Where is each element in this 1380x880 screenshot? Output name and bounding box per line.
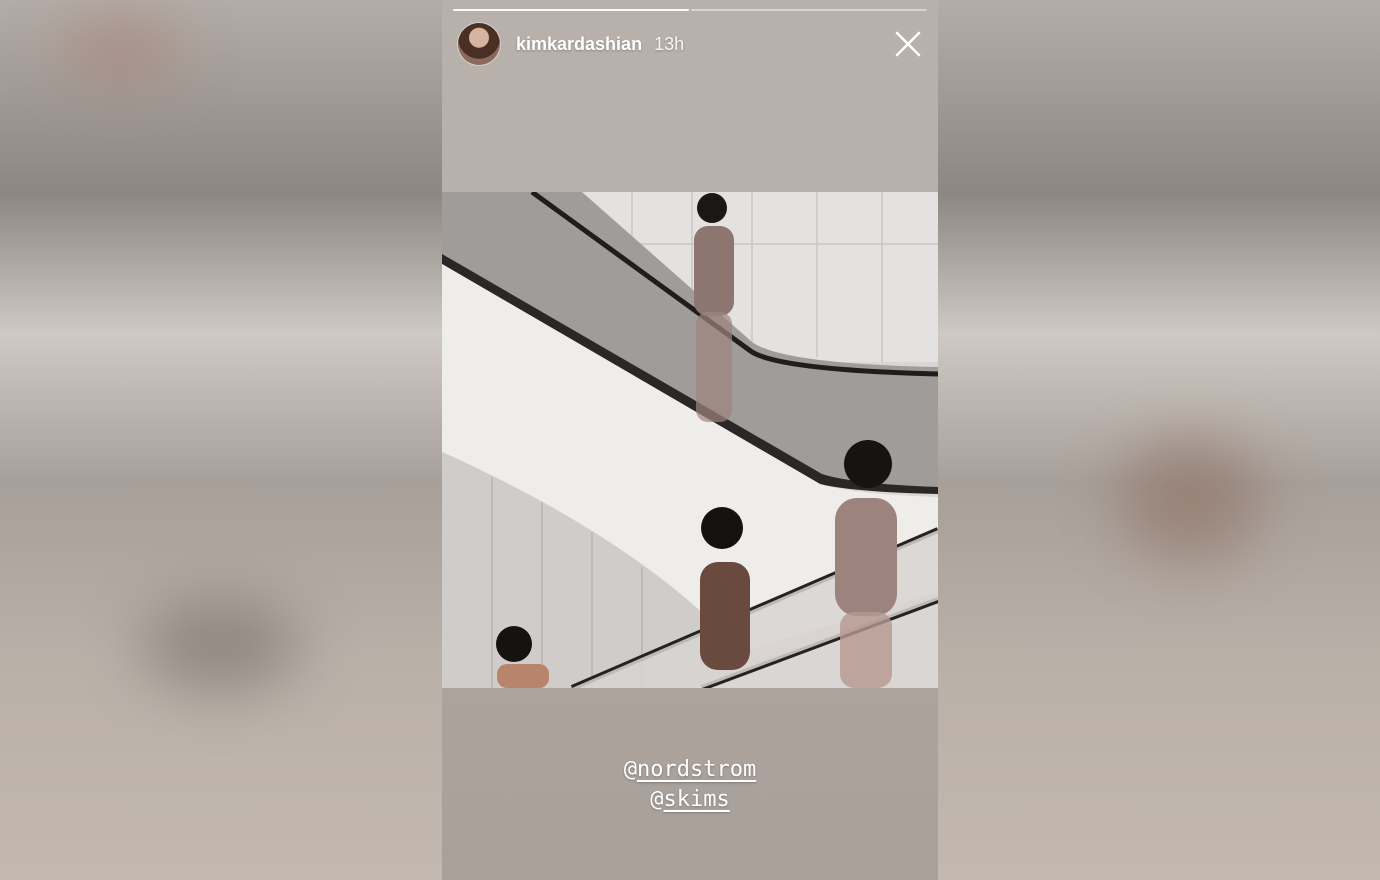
escalator-photo (442, 192, 938, 688)
story-progress-bar (453, 9, 927, 11)
progress-segment (691, 9, 927, 11)
mention-skims[interactable]: @skims (442, 785, 938, 815)
close-icon (895, 31, 921, 57)
close-button[interactable] (890, 26, 926, 62)
story-viewer[interactable]: kimkardashian 13h @nordstrom @skims (442, 0, 938, 880)
story-media-image (442, 192, 938, 688)
backdrop-blur-shape (60, 20, 180, 80)
backdrop-blur-shape (1120, 440, 1260, 560)
progress-segment (453, 9, 689, 11)
username[interactable]: kimkardashian (516, 34, 642, 55)
mention-nordstrom[interactable]: @nordstrom (442, 755, 938, 785)
mention-stickers: @nordstrom @skims (442, 755, 938, 815)
profile-avatar[interactable] (458, 23, 500, 65)
backdrop-blur-shape (140, 600, 300, 690)
post-time: 13h (654, 33, 685, 54)
model-figure (700, 507, 750, 670)
story-header: kimkardashian 13h (458, 22, 926, 66)
